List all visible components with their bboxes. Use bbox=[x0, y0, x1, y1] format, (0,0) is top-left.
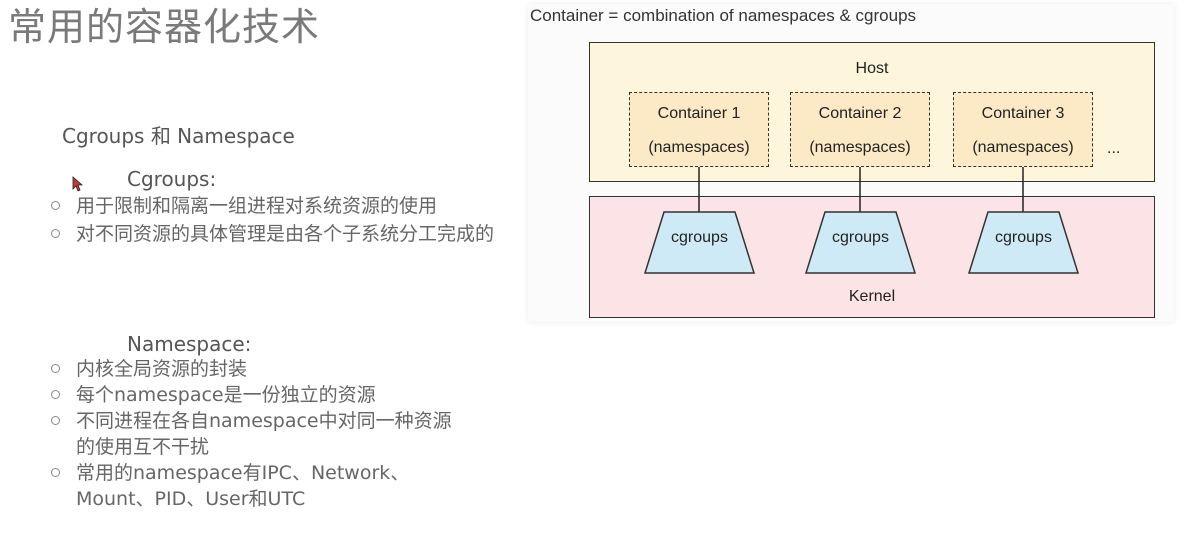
cgroups-label-3: cgroups bbox=[995, 229, 1052, 246]
kernel-label: Kernel bbox=[848, 288, 896, 305]
cgroups-layer bbox=[643, 167, 1080, 274]
cgroups-label-2: cgroups bbox=[832, 229, 889, 246]
cgroups-label-1: cgroups bbox=[671, 229, 728, 246]
